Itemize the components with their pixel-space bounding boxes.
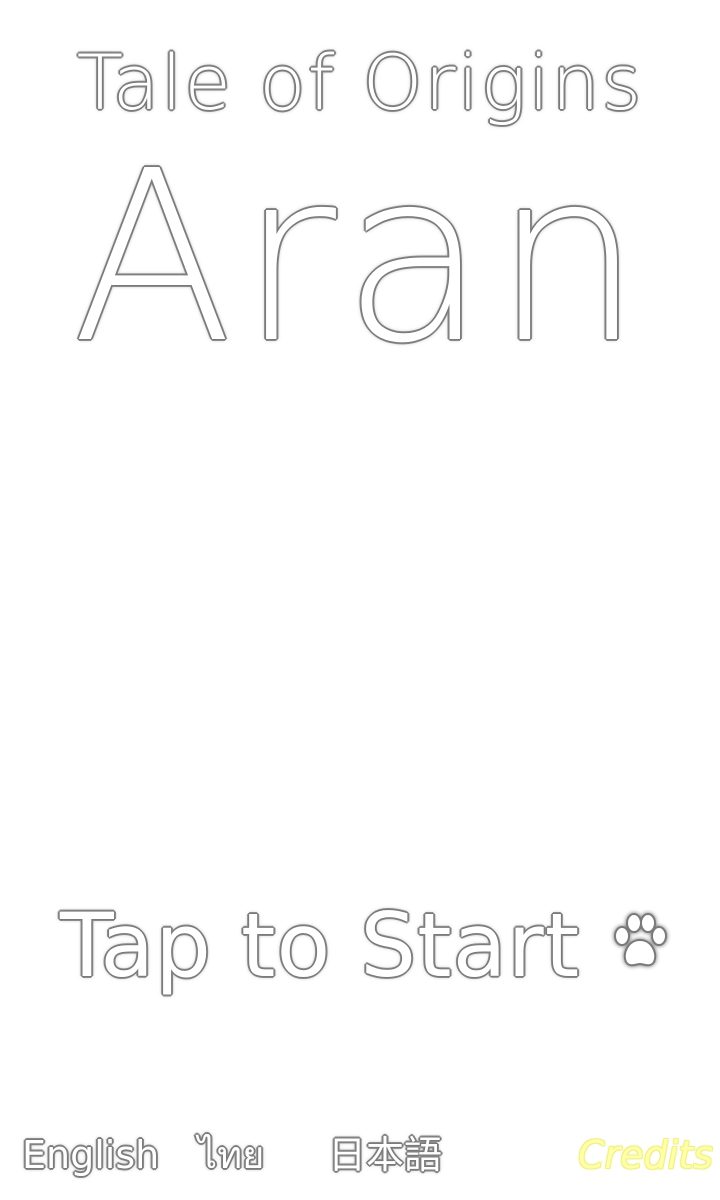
title-screen[interactable]: Tale of Origins Aran Tap to Start Englis… xyxy=(0,0,720,1200)
game-subtitle: Tale of Origins xyxy=(76,38,644,127)
paw-icon xyxy=(608,910,672,974)
credits-button[interactable]: Credits xyxy=(578,1125,713,1185)
game-title: Aran xyxy=(71,120,649,395)
language-bar: English ไทย 日本語 Credits xyxy=(0,1125,720,1185)
tap-to-start-label: Tap to Start xyxy=(60,893,581,997)
language-english-button[interactable]: English xyxy=(22,1125,159,1185)
tap-to-start-button[interactable]: Tap to Start xyxy=(60,885,668,1005)
language-thai-button[interactable]: ไทย xyxy=(198,1125,264,1185)
language-japanese-button[interactable]: 日本語 xyxy=(328,1125,442,1185)
